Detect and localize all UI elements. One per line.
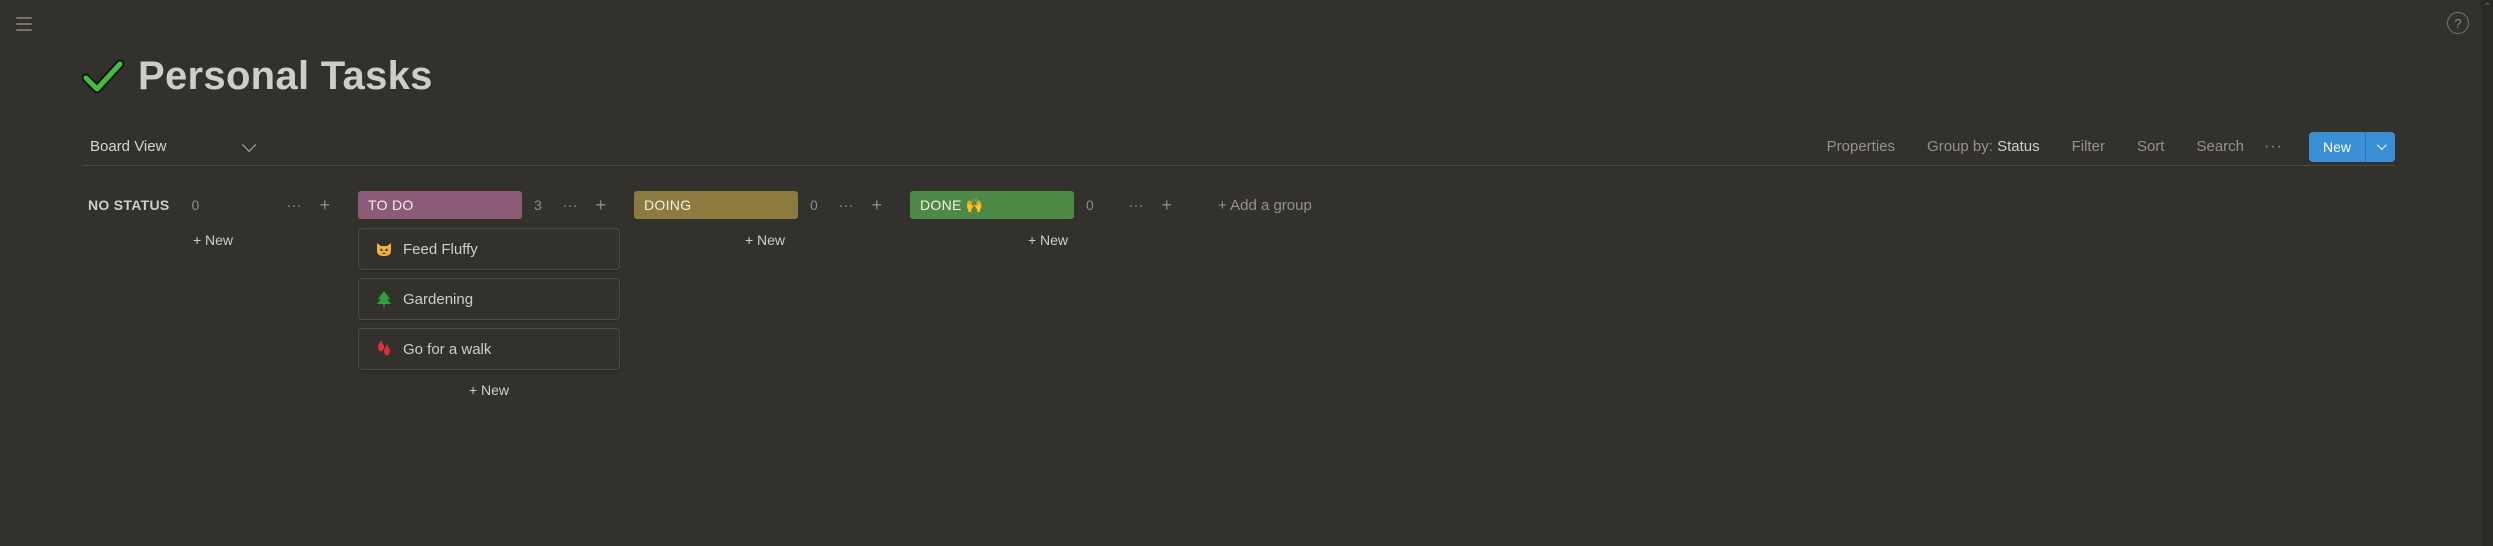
- group-by-button[interactable]: Group by: Status: [1927, 138, 2040, 155]
- view-selector[interactable]: Board View: [82, 137, 258, 155]
- view-selector-label: Board View: [90, 138, 167, 155]
- new-button-group: New: [2308, 131, 2395, 162]
- menu-icon-line: [16, 23, 32, 25]
- task-card[interactable]: Gardening: [358, 278, 620, 320]
- sidebar-toggle-button[interactable]: [14, 14, 34, 34]
- new-button[interactable]: New: [2308, 131, 2365, 162]
- properties-button[interactable]: Properties: [1827, 138, 1895, 155]
- page-header: Personal Tasks: [82, 54, 433, 99]
- card-title: Feed Fluffy: [403, 240, 478, 258]
- card-list: Feed Fluffy Gardening Go for a walk: [358, 228, 620, 370]
- cat-face-icon: [375, 240, 393, 258]
- column-new-button[interactable]: + New: [358, 382, 620, 400]
- sort-button[interactable]: Sort: [2137, 138, 2165, 155]
- column-count: 0: [191, 197, 200, 213]
- tree-icon: [375, 290, 393, 308]
- page-title: Personal Tasks: [138, 54, 433, 98]
- column-count: 3: [534, 197, 542, 213]
- footprints-icon: [375, 340, 393, 358]
- column-label: DOING: [634, 191, 798, 219]
- menu-icon-line: [16, 17, 32, 19]
- column-to-do: TO DO 3 ··· + Feed Fluffy Gardening Go f…: [358, 190, 620, 400]
- add-group-button[interactable]: + Add a group: [1218, 190, 1312, 220]
- chevron-down-icon: [2376, 140, 2387, 151]
- help-icon: ?: [2454, 15, 2462, 31]
- column-more-icon[interactable]: ···: [562, 197, 577, 214]
- group-by-value: Status: [1997, 138, 2040, 155]
- scrollbar[interactable]: ⌃: [2481, 0, 2493, 546]
- new-dropdown-button[interactable]: [2365, 131, 2395, 162]
- column-header: NO STATUS 0 ··· +: [82, 190, 344, 220]
- filter-button[interactable]: Filter: [2072, 138, 2105, 155]
- column-label: TO DO: [358, 191, 522, 219]
- group-by-label: Group by:: [1927, 138, 1993, 155]
- column-add-icon[interactable]: +: [871, 195, 882, 216]
- column-new-button[interactable]: + New: [634, 232, 896, 250]
- help-button[interactable]: ?: [2447, 12, 2469, 34]
- column-count: 0: [810, 197, 818, 213]
- column-label: NO STATUS: [88, 197, 170, 213]
- column-no-status: NO STATUS 0 ··· + + New: [82, 190, 344, 400]
- column-header: DONE 🙌 0 ··· +: [910, 190, 1186, 220]
- column-new-button[interactable]: + New: [910, 232, 1186, 250]
- column-header: DOING 0 ··· +: [634, 190, 896, 220]
- column-more-icon[interactable]: ···: [838, 197, 853, 214]
- column-more-icon[interactable]: ···: [1128, 197, 1143, 214]
- scroll-up-arrow-icon[interactable]: ⌃: [2483, 3, 2491, 13]
- column-add-icon[interactable]: +: [595, 195, 606, 216]
- column-done: DONE 🙌 0 ··· + + New: [910, 190, 1186, 400]
- task-card[interactable]: Go for a walk: [358, 328, 620, 370]
- task-card[interactable]: Feed Fluffy: [358, 228, 620, 270]
- column-doing: DOING 0 ··· + + New: [634, 190, 896, 400]
- more-options-icon[interactable]: ···: [2264, 138, 2283, 156]
- chevron-down-icon: [242, 137, 257, 152]
- column-label: DONE 🙌: [910, 191, 1074, 219]
- search-button[interactable]: Search: [2196, 138, 2244, 155]
- column-new-button[interactable]: + New: [82, 232, 344, 250]
- kanban-board: NO STATUS 0 ··· + + New TO DO 3 ··· + Fe…: [82, 190, 1312, 400]
- menu-icon-line: [16, 29, 32, 31]
- column-header: TO DO 3 ··· +: [358, 190, 620, 220]
- card-title: Gardening: [403, 290, 474, 308]
- column-add-icon[interactable]: +: [1161, 195, 1172, 216]
- column-add-icon[interactable]: +: [319, 195, 330, 216]
- database-toolbar: Board View Properties Group by: Status F…: [82, 128, 2395, 166]
- card-title: Go for a walk: [403, 340, 492, 358]
- check-icon: [82, 59, 124, 93]
- column-count: 0: [1086, 197, 1094, 213]
- column-more-icon[interactable]: ···: [286, 197, 301, 214]
